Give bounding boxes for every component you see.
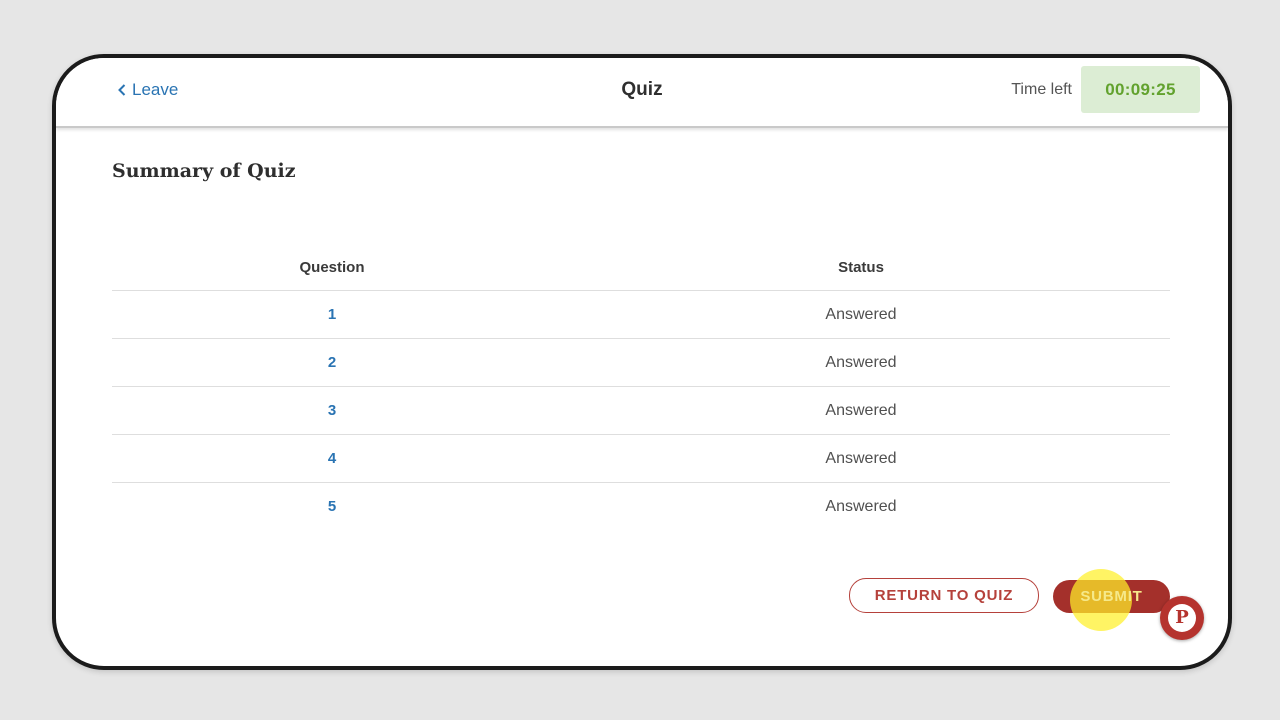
table-header: Question Status	[112, 244, 1170, 291]
summary-table: Question Status 1 Answered 2 Answered 3 …	[112, 244, 1170, 530]
question-column-header: Question	[299, 258, 365, 276]
question-status: Answered	[825, 449, 897, 467]
table-row: 4 Answered	[112, 435, 1170, 483]
top-bar: Leave Quiz Time left 00:09:25	[56, 58, 1228, 128]
table-row: 2 Answered	[112, 339, 1170, 387]
submit-label: SUBMIT	[1080, 588, 1143, 605]
p-badge-icon: P	[1168, 604, 1196, 632]
question-link-4[interactable]: 4	[328, 450, 336, 467]
time-left-label: Time left	[1011, 81, 1072, 98]
question-status: Answered	[825, 305, 897, 323]
summary-title: Summary of Quiz	[112, 160, 296, 182]
question-link-5[interactable]: 5	[328, 498, 336, 515]
question-link-1[interactable]: 1	[328, 306, 336, 323]
help-badge-letter: P	[1175, 607, 1189, 628]
help-badge-button[interactable]: P	[1160, 596, 1204, 640]
device-frame: Leave Quiz Time left 00:09:25 Summary of…	[52, 54, 1232, 670]
question-status: Answered	[825, 353, 897, 371]
submit-button[interactable]: SUBMIT	[1053, 580, 1170, 613]
question-link-2[interactable]: 2	[328, 354, 336, 371]
countdown-timer: 00:09:25	[1081, 66, 1200, 113]
return-to-quiz-label: RETURN TO QUIZ	[874, 587, 1014, 604]
table-row: 3 Answered	[112, 387, 1170, 435]
question-status: Answered	[825, 497, 897, 515]
return-to-quiz-button[interactable]: RETURN TO QUIZ	[849, 578, 1039, 613]
table-row: 1 Answered	[112, 291, 1170, 339]
status-column-header: Status	[838, 258, 884, 276]
table-row: 5 Answered	[112, 483, 1170, 530]
question-link-3[interactable]: 3	[328, 402, 336, 419]
question-status: Answered	[825, 401, 897, 419]
timer-value: 00:09:25	[1105, 79, 1176, 99]
